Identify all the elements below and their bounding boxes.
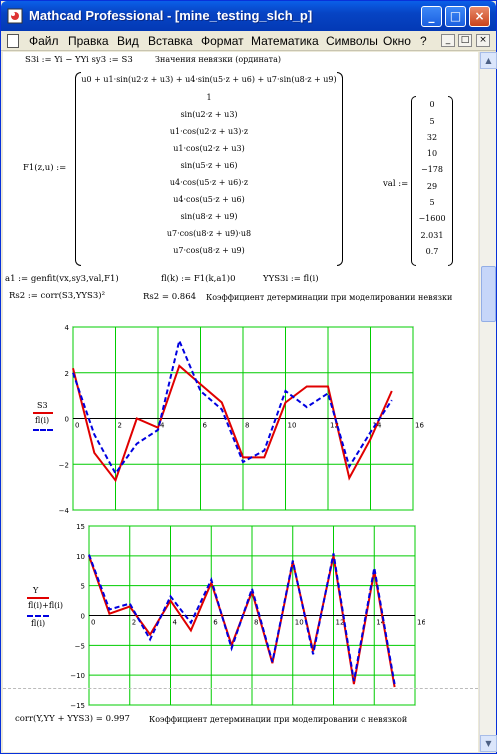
genfit-line[interactable]: a1 := genfit(vx,sy3,val,F1) [5, 274, 119, 284]
vertical-scrollbar[interactable]: ▲ ▼ [479, 52, 497, 752]
app-window: Mathcad Professional - [mine_testing_slc… [0, 0, 497, 754]
x-tick-label: 2 [132, 619, 136, 627]
val-label[interactable]: val := [383, 179, 408, 189]
y-tick-label: 0 [65, 416, 69, 424]
legend-line-red [27, 597, 49, 599]
val-entry: −178 [421, 165, 443, 174]
final-corr[interactable]: corr(Y,YY + YYS3) = 0.997 [15, 714, 130, 724]
menu-window[interactable]: Окно [383, 34, 411, 48]
s3-definition[interactable]: S3i := Yi − YYi sy3 := S3 [25, 55, 133, 65]
doc-restore-button[interactable]: □ [458, 34, 472, 47]
y-tick-label: 5 [81, 583, 85, 591]
x-tick-label: 8 [245, 422, 249, 430]
model-chart[interactable]: 151050−5−10−150 2 4 6 8 10 12 14 16 [55, 520, 425, 715]
y-tick-label: −10 [70, 672, 85, 680]
rs2-comment[interactable]: Коэффициент детерминации при моделирован… [206, 293, 452, 302]
doc-minimize-button[interactable]: _ [441, 34, 455, 47]
y-tick-label: 0 [81, 613, 85, 621]
worksheet[interactable]: S3i := Yi − YYi sy3 := S3 Значения невяз… [3, 52, 478, 752]
legend-label: Y [33, 586, 39, 595]
menu-edit[interactable]: Правка [68, 34, 109, 48]
f1-row: u7·cos(u8·z + u9) [173, 246, 245, 255]
menu-help[interactable]: ? [420, 34, 427, 48]
y-tick-label: −2 [59, 461, 69, 469]
legend-line-blue [27, 615, 49, 617]
scroll-thumb[interactable] [481, 266, 496, 322]
menu-bar: Файл Правка Вид Вставка Формат Математик… [1, 31, 496, 51]
val-entry: 32 [426, 133, 438, 142]
menu-file[interactable]: Файл [29, 34, 59, 48]
f1-row: u1·cos(u2·z + u3)·z [169, 127, 249, 136]
y-tick-label: −4 [59, 507, 70, 515]
f1-row: 1 [206, 93, 212, 102]
x-tick-label: 6 [213, 619, 218, 627]
x-tick-label: 4 [173, 619, 178, 627]
x-tick-label: 0 [75, 422, 79, 430]
residual-chart[interactable]: 420−2−40 2 4 6 8 10 12 14 16 [55, 322, 425, 522]
y-tick-label: 2 [65, 370, 69, 378]
val-entry: 0 [429, 100, 435, 109]
x-tick-label: 10 [288, 422, 297, 430]
legend-line-red [33, 412, 53, 414]
val-vector[interactable]: 0 5 32 10 −178 29 5 −1600 2.031 0.7 [411, 96, 453, 266]
legend-line-blue [33, 429, 53, 431]
x-tick-label: 0 [91, 619, 95, 627]
f1-row: u4·cos(u5·z + u6) [173, 195, 245, 204]
minimize-button[interactable]: _ [421, 6, 442, 27]
rs2-definition[interactable]: Rs2 := corr(S3,YYS3)² [9, 291, 105, 301]
f1-row: u1·cos(u2·z + u3) [173, 144, 245, 153]
title-bar[interactable]: Mathcad Professional - [mine_testing_slc… [1, 1, 496, 31]
f1-row: sin(u2·z + u3) [180, 110, 238, 119]
f1-label[interactable]: F1(z,u) := [23, 163, 66, 173]
s3-comment[interactable]: Значения невязки (ордината) [155, 55, 281, 64]
val-entry: 29 [426, 182, 438, 191]
menu-math[interactable]: Математика [251, 34, 319, 48]
document-icon[interactable] [7, 34, 19, 48]
page-break-line [3, 688, 478, 689]
maximize-button[interactable]: □ [445, 6, 466, 27]
y-tick-label: −5 [75, 642, 85, 650]
val-entry: 5 [429, 117, 435, 126]
legend-label: fl(i) [35, 416, 50, 425]
y-tick-label: 10 [76, 553, 85, 561]
rs2-value[interactable]: Rs2 = 0.864 [143, 292, 196, 302]
legend-label: fl(i) [31, 619, 46, 628]
window-title: Mathcad Professional - [mine_testing_slc… [29, 8, 313, 23]
x-tick-label: 6 [203, 422, 208, 430]
x-tick-label: 16 [417, 619, 425, 627]
menu-insert[interactable]: Вставка [148, 34, 193, 48]
val-entry: −1600 [418, 214, 446, 223]
val-entry: 5 [429, 198, 435, 207]
scroll-up-arrow-icon[interactable]: ▲ [480, 52, 497, 69]
val-entry: 0.7 [425, 247, 439, 256]
f1-matrix[interactable]: u0 + u1·sin(u2·z + u3) + u4·sin(u5·z + u… [75, 72, 343, 266]
fl-definition[interactable]: fl(k) := F1(k,a1)0 [161, 274, 236, 284]
y-tick-label: 4 [65, 324, 70, 332]
val-entry: 10 [426, 149, 438, 158]
x-tick-label: 8 [254, 619, 258, 627]
mathcad-app-icon [7, 8, 23, 24]
f1-row: sin(u5·z + u6) [180, 161, 238, 170]
x-tick-label: 2 [118, 422, 122, 430]
final-comment[interactable]: Коэффициент детерминации при моделирован… [149, 715, 407, 724]
doc-close-button[interactable]: × [476, 34, 490, 47]
close-button[interactable]: × [469, 6, 490, 27]
legend-label: S3 [37, 401, 48, 410]
x-tick-label: 10 [295, 619, 304, 627]
f1-row: u4·cos(u5·z + u6)·z [169, 178, 249, 187]
val-entry: 2.031 [420, 231, 444, 240]
menu-view[interactable]: Вид [117, 34, 139, 48]
f1-row: u0 + u1·sin(u2·z + u3) + u4·sin(u5·z + u… [81, 75, 337, 84]
f1-row: u7·cos(u8·z + u9)·u8 [166, 229, 252, 238]
x-tick-label: 16 [415, 422, 424, 430]
menu-format[interactable]: Формат [201, 34, 244, 48]
f1-row: sin(u8·z + u9) [180, 212, 238, 221]
scroll-down-arrow-icon[interactable]: ▼ [480, 735, 497, 752]
y-tick-label: −15 [70, 702, 85, 710]
y-tick-label: 15 [76, 523, 85, 531]
menu-symbolics[interactable]: Символы [326, 34, 378, 48]
yys3-definition[interactable]: YYS3i := fl(i) [263, 274, 319, 284]
